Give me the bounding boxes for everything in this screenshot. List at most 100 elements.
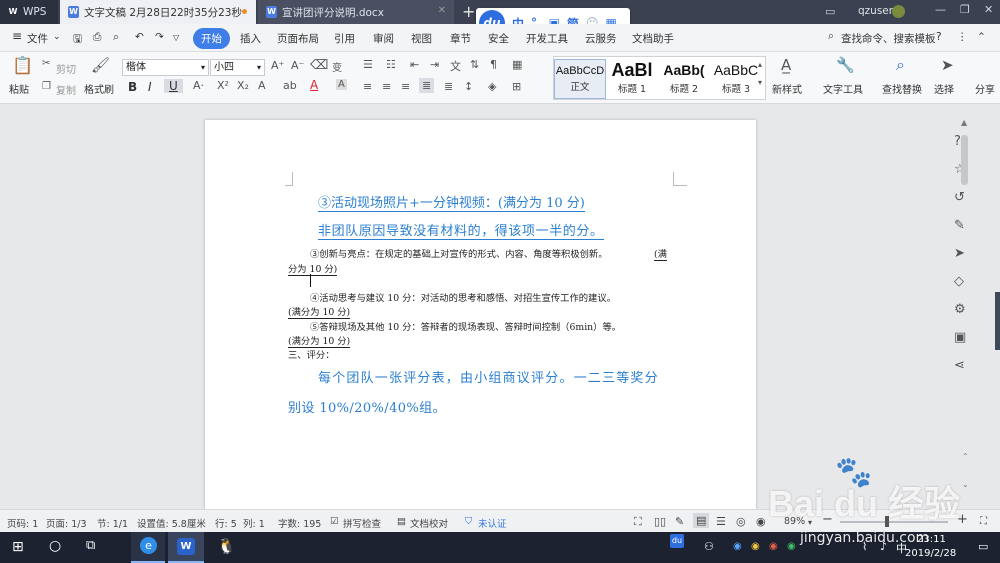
show-marks-icon[interactable]: ¶ xyxy=(490,58,497,71)
wps-writer-icon[interactable]: W xyxy=(168,532,204,563)
find-icon[interactable]: ⌕ xyxy=(896,55,905,75)
status-pages[interactable]: 页面: 1/3 xyxy=(46,516,87,530)
italic-button[interactable]: I xyxy=(148,80,152,94)
wps-home-tab[interactable]: W WPS xyxy=(0,0,58,24)
copy-button[interactable]: 复制 xyxy=(56,82,76,97)
bullets-icon[interactable]: ☰ xyxy=(363,58,373,71)
find-replace-button[interactable]: 查找替换 xyxy=(882,81,922,96)
close-tab-icon[interactable]: ✕ xyxy=(438,5,446,16)
cut-button[interactable]: 剪切 xyxy=(56,61,76,76)
menu-file[interactable]: 文件 xyxy=(27,31,48,46)
search-icon[interactable]: ⌕ xyxy=(828,30,834,43)
qq-icon[interactable]: 🐧 xyxy=(217,537,236,555)
font-size-select[interactable]: 小四 ▾ xyxy=(210,59,265,76)
increase-indent-icon[interactable]: ⇥ xyxy=(430,58,439,71)
format-painter-button[interactable]: 格式刷 xyxy=(84,81,114,96)
new-style-button[interactable]: 新样式 xyxy=(772,81,802,96)
style-normal[interactable]: AaBbCcD 正文 xyxy=(554,59,606,99)
text-tools-button[interactable]: 文字工具 xyxy=(823,81,863,96)
tab-review[interactable]: 审阅 xyxy=(373,31,394,46)
doc-line-1[interactable]: ③活动现场照片+一分钟视频：(满分为 10 分) xyxy=(318,192,585,212)
status-setting[interactable]: 设置值: 5.8厘米 xyxy=(137,516,206,530)
text-effect-icon[interactable]: A xyxy=(258,79,266,92)
clear-format-icon[interactable]: ⌫ xyxy=(310,58,328,73)
highlight-icon[interactable]: ab xyxy=(283,79,297,92)
doc-line-3a[interactable]: ③创新与亮点：在规定的基础上对宣传的形式、内容、角度等积极创新。 xyxy=(310,246,608,260)
windows-start-icon[interactable]: ⊞ xyxy=(12,539,24,555)
doc-line-4a[interactable]: ④活动思考与建议 10 分：对活动的思考和感悟、对招生宣传工作的建议。 xyxy=(310,290,616,304)
edge-browser-icon[interactable]: e xyxy=(131,532,165,563)
window-layout-icon[interactable]: ▭ xyxy=(825,5,835,18)
align-center-icon[interactable]: ≡ xyxy=(382,80,391,93)
scroll-up-icon[interactable]: ▲ xyxy=(961,118,967,127)
status-page[interactable]: 页码: 1 xyxy=(7,516,38,530)
close-icon[interactable]: ✕ xyxy=(984,3,993,16)
align-left-icon[interactable]: ≡ xyxy=(363,80,372,93)
status-section[interactable]: 节: 1/1 xyxy=(97,516,128,530)
proofread-icon[interactable]: ▤ xyxy=(397,516,406,527)
style-heading-1[interactable]: AaBl 标题 1 xyxy=(606,59,658,99)
line-spacing-icon[interactable]: ↕ xyxy=(464,80,473,93)
style-heading-3[interactable]: AaBbC 标题 3 xyxy=(710,59,762,99)
tab-references[interactable]: 引用 xyxy=(334,31,355,46)
doc-line-8[interactable]: 别设 10%/20%/40%组。 xyxy=(288,397,446,416)
proofread-button[interactable]: 文档校对 xyxy=(410,516,448,530)
tab-insert[interactable]: 插入 xyxy=(240,31,261,46)
status-col[interactable]: 列: 1 xyxy=(243,516,265,530)
font-effect-icon[interactable]: A· xyxy=(193,79,204,92)
read-mode-icon[interactable]: ▯▯ xyxy=(654,515,666,528)
command-search[interactable]: 查找命令、搜索模板 xyxy=(841,31,936,46)
tab-view[interactable]: 视图 xyxy=(411,31,432,46)
doc-line-5a[interactable]: ⑤答辩现场及其他 10 分：答辩者的现场表现、答辩时间控制（6min）等。 xyxy=(310,319,621,333)
fullscreen-icon[interactable]: ⛶ xyxy=(634,515,642,529)
task-view-icon[interactable]: ⧉ xyxy=(86,538,95,553)
doc-line-6[interactable]: 三、评分： xyxy=(288,347,335,361)
scrollbar-thumb[interactable] xyxy=(961,135,968,185)
tab-page-layout[interactable]: 页面布局 xyxy=(277,31,319,46)
chinese-layout-icon[interactable]: 文 xyxy=(450,58,461,74)
certification-status[interactable]: 未认证 xyxy=(478,516,507,530)
grow-font-icon[interactable]: A⁺ xyxy=(271,59,284,72)
superscript-icon[interactable]: X² xyxy=(217,79,229,92)
share-button[interactable]: 分享 xyxy=(975,81,995,96)
user-name[interactable]: qzuser xyxy=(858,5,893,17)
justify-icon[interactable]: ≣ xyxy=(419,78,435,93)
customize-icon[interactable]: ▽ xyxy=(173,33,179,42)
align-right-icon[interactable]: ≡ xyxy=(401,80,410,93)
cortana-icon[interactable]: ○ xyxy=(49,538,61,554)
doc-line-3b[interactable]: (满 xyxy=(654,246,667,261)
copy-icon[interactable]: ❐ xyxy=(42,81,51,92)
bold-button[interactable]: B xyxy=(128,80,137,94)
borders-icon[interactable]: ▦ xyxy=(512,58,522,71)
page-view-icon[interactable]: ▤ xyxy=(693,513,710,528)
tab-security[interactable]: 安全 xyxy=(488,31,509,46)
distributed-icon[interactable]: ≣ xyxy=(444,80,453,93)
decrease-indent-icon[interactable]: ⇤ xyxy=(410,58,419,71)
spellcheck-icon[interactable]: ☑ xyxy=(330,516,339,527)
paste-button-label[interactable]: 粘贴 xyxy=(9,81,29,96)
help-icon[interactable]: ? xyxy=(936,31,942,43)
sort-icon[interactable]: ⇅ xyxy=(470,58,479,71)
print-icon[interactable]: ⎙ xyxy=(93,31,101,44)
more-icon[interactable]: ⋮ xyxy=(957,31,968,43)
tab-cloud[interactable]: 云服务 xyxy=(585,31,617,46)
tray-app-icon[interactable]: ◉ xyxy=(751,541,760,552)
avatar[interactable] xyxy=(892,5,905,18)
select-button[interactable]: 选择 xyxy=(934,81,954,96)
tray-app-icon[interactable]: ◉ xyxy=(733,541,742,552)
cut-icon[interactable]: ✂ xyxy=(42,58,50,69)
doc-line-7[interactable]: 每个团队一张评分表，由小组商议评分。一二三等奖分 xyxy=(318,367,659,386)
status-row[interactable]: 行: 5 xyxy=(215,516,237,530)
undo-icon[interactable]: ↶ xyxy=(135,31,144,43)
styles-scroll-icon[interactable]: ▴ xyxy=(758,60,762,69)
tab-start[interactable]: 开始 xyxy=(193,28,230,49)
restore-icon[interactable]: ❐ xyxy=(960,3,970,16)
paste-icon[interactable]: 📋 xyxy=(12,56,33,76)
baidu-tray-icon[interactable]: du xyxy=(670,534,684,548)
web-view-icon[interactable]: ◎ xyxy=(736,515,746,528)
new-tab-button[interactable]: + xyxy=(462,2,475,21)
shading-icon[interactable]: ◈ xyxy=(488,80,496,93)
subscript-icon[interactable]: X₂ xyxy=(237,79,249,92)
numbering-icon[interactable]: ☷ xyxy=(386,58,396,71)
document-tab-active[interactable]: W 文字文稿 2月28日22时35分23秒 xyxy=(60,0,256,24)
